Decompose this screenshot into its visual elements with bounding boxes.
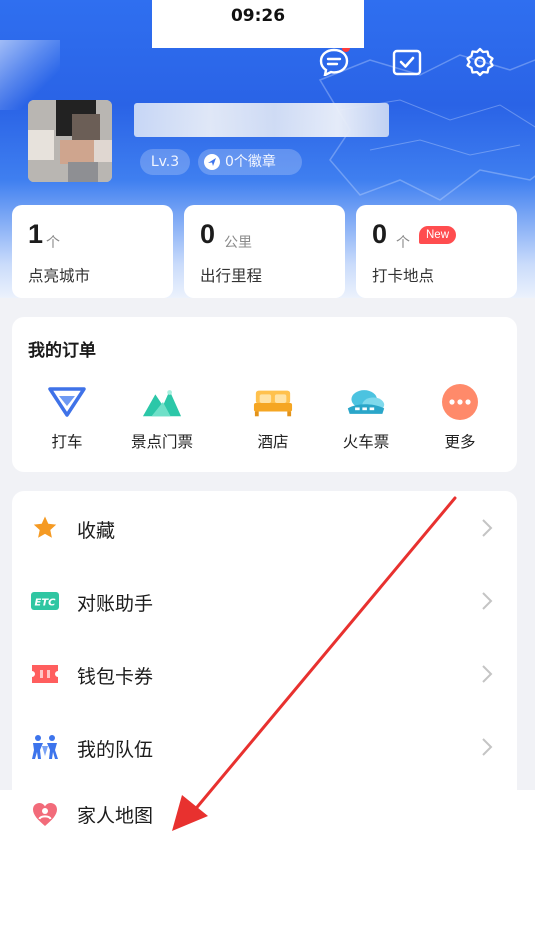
status-bar: 09:26 xyxy=(152,0,364,48)
menu-label: 对账助手 xyxy=(77,593,154,615)
stat-value: 1 xyxy=(28,219,44,249)
settings-icon xyxy=(466,47,494,77)
stat-label: 出行里程 xyxy=(200,267,263,285)
stat-card-checkins[interactable]: 0 个 New 打卡地点 xyxy=(356,205,517,298)
stat-unit: 个 xyxy=(46,235,60,251)
order-label: 打车 xyxy=(51,433,83,451)
my-orders-card: 我的订单 打车 景点门票 酒店 火车票 更多 xyxy=(12,317,517,472)
medal-icon xyxy=(204,154,220,170)
avatar[interactable] xyxy=(28,100,112,182)
order-train-ticket[interactable]: 火车票 xyxy=(326,383,406,457)
stat-card-cities[interactable]: 1 个 点亮城市 xyxy=(12,205,173,298)
team-icon xyxy=(30,734,60,760)
family-map-icon xyxy=(30,800,60,828)
stat-unit: 个 xyxy=(396,235,410,251)
stat-label: 点亮城市 xyxy=(28,267,91,285)
train-ticket-icon xyxy=(346,383,386,421)
menu-label: 收藏 xyxy=(77,520,116,542)
star-icon xyxy=(30,515,60,541)
level-badge[interactable]: Lv.3 xyxy=(140,149,190,175)
order-scenic-ticket[interactable]: 景点门票 xyxy=(122,383,202,457)
order-label: 更多 xyxy=(444,433,476,451)
new-tag: New xyxy=(419,226,457,244)
menu-label: 家人地图 xyxy=(77,805,154,827)
menu-item-team[interactable]: 我的队伍 xyxy=(12,712,517,782)
menu-item-favorites[interactable]: 收藏 xyxy=(12,493,517,563)
order-label: 景点门票 xyxy=(130,433,193,451)
menu-item-wallet[interactable]: 钱包卡券 xyxy=(12,639,517,709)
ticket-icon xyxy=(30,661,60,687)
svg-text:ETC: ETC xyxy=(35,598,57,609)
etc-icon: ETC xyxy=(30,588,60,614)
username-blurred xyxy=(134,103,389,137)
stat-unit: 公里 xyxy=(224,235,252,251)
menu-item-family-map[interactable]: 家人地图 xyxy=(12,791,325,835)
chevron-right-icon xyxy=(482,592,493,610)
more-icon xyxy=(440,383,480,421)
taxi-icon xyxy=(47,383,87,421)
menu-list: 收藏 ETC 对账助手 钱包卡券 我的队伍 xyxy=(12,491,517,791)
hotel-icon xyxy=(253,383,293,421)
chevron-right-icon xyxy=(482,519,493,537)
menu-item-reconcile[interactable]: ETC 对账助手 xyxy=(12,566,517,636)
order-label: 酒店 xyxy=(257,433,289,451)
settings-button[interactable] xyxy=(464,46,496,78)
stat-card-distance[interactable]: 0 公里 出行里程 xyxy=(184,205,345,298)
order-hotel[interactable]: 酒店 xyxy=(233,383,313,457)
order-more[interactable]: 更多 xyxy=(420,383,500,457)
menu-label: 我的队伍 xyxy=(77,739,154,761)
order-taxi[interactable]: 打车 xyxy=(27,383,107,457)
stat-label: 打卡地点 xyxy=(372,267,435,285)
stat-value: 0 xyxy=(200,219,216,249)
order-label: 火车票 xyxy=(342,433,390,451)
scenic-ticket-icon xyxy=(142,383,182,421)
orders-title: 我的订单 xyxy=(28,341,96,361)
level-text: Lv.3 xyxy=(150,154,180,170)
message-button[interactable] xyxy=(318,44,350,78)
status-time: 09:26 xyxy=(230,6,286,26)
menu-label: 钱包卡券 xyxy=(77,666,154,688)
checkin-icon xyxy=(392,49,422,76)
checkin-button[interactable] xyxy=(391,46,423,78)
chevron-right-icon xyxy=(482,665,493,683)
message-icon xyxy=(319,48,349,76)
stat-value: 0 xyxy=(372,219,388,249)
medal-count: 0个徽章 xyxy=(225,154,276,170)
app-screen: Lv.3 0个徽章 1 个 点亮城市 0 公里 出行里程 0 个 New 打卡地… xyxy=(0,0,535,940)
medal-badge[interactable]: 0个徽章 xyxy=(198,149,302,175)
chevron-right-icon xyxy=(482,738,493,756)
